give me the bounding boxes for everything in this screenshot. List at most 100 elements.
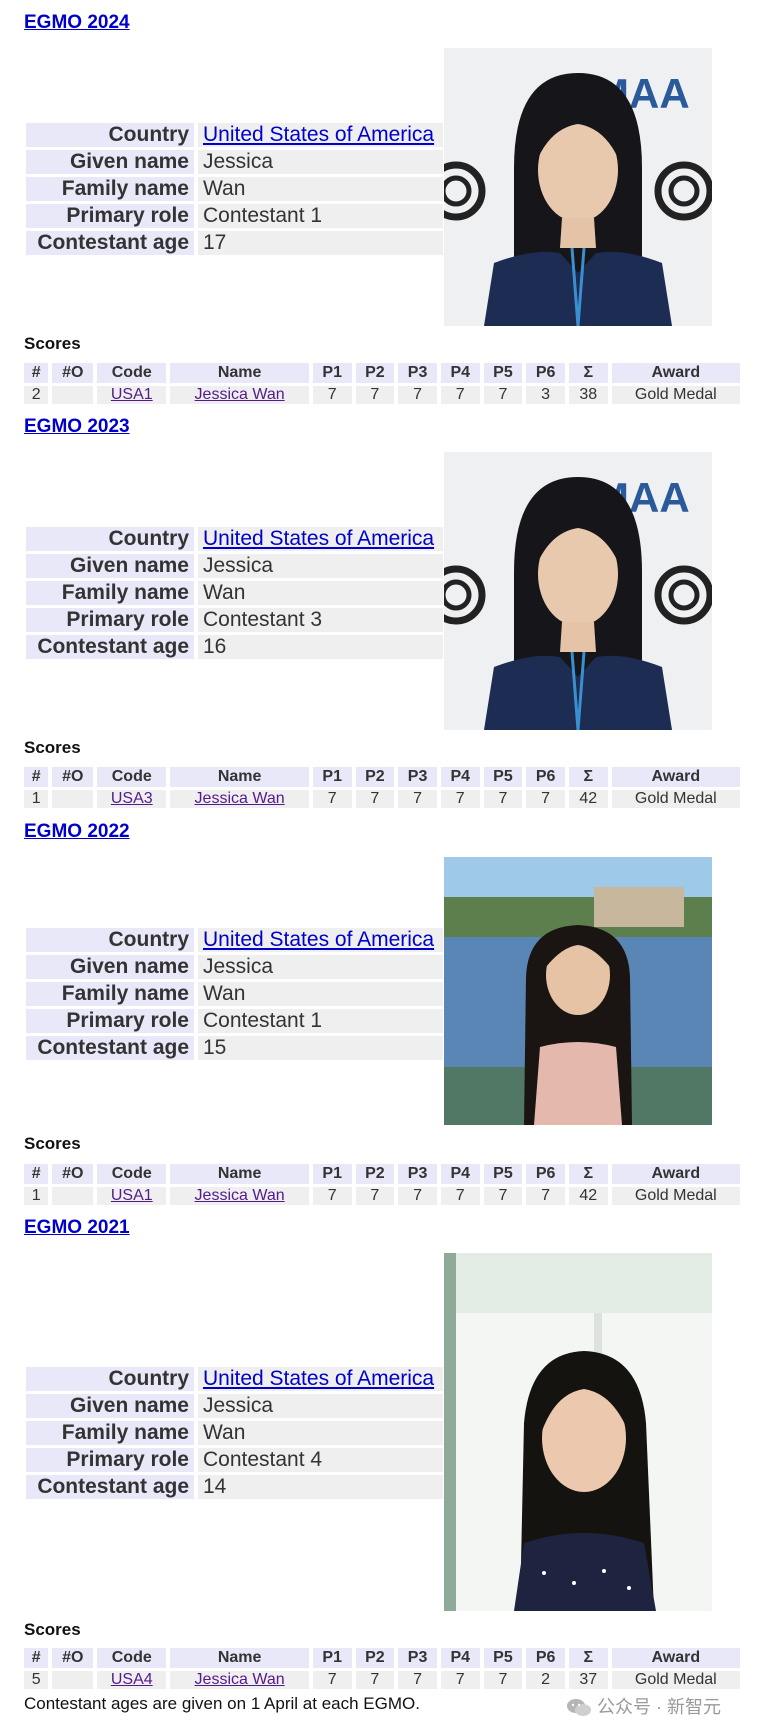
col-name: Name [170, 363, 309, 383]
section-title-link[interactable]: EGMO 2024 [24, 12, 130, 34]
family-name-label: Family name [26, 1421, 194, 1445]
scores-row: 2 USA1 Jessica Wan 7 7 7 7 7 3 38 Gold M… [24, 386, 740, 404]
section-title-link[interactable]: EGMO 2021 [24, 1217, 130, 1239]
cell-rank-overall [52, 790, 94, 808]
col-code: Code [97, 767, 167, 787]
col-p1: P1 [312, 363, 352, 383]
col-name: Name [170, 1648, 309, 1668]
participant-info-table: Country United States of America Given na… [26, 524, 443, 662]
col-award: Award [611, 363, 740, 383]
given-name-label: Given name [26, 554, 194, 578]
col-rank: # [24, 1164, 49, 1184]
cell-name-link[interactable]: Jessica Wan [170, 790, 309, 808]
cell-code-link[interactable]: USA4 [97, 1671, 167, 1689]
col-p3: P3 [398, 1164, 437, 1184]
col-p5: P5 [483, 1164, 523, 1184]
contestant-age-label: Contestant age [26, 1036, 194, 1060]
cell-code-link[interactable]: USA1 [97, 386, 167, 404]
col-rank: # [24, 767, 49, 787]
col-total: Σ [568, 1648, 608, 1668]
cell-code-link[interactable]: USA3 [97, 790, 167, 808]
cell-name-link[interactable]: Jessica Wan [170, 1671, 309, 1689]
scores-header-row: # #O Code Name P1 P2 P3 P4 P5 P6 Σ Award [24, 1648, 740, 1668]
col-rank-overall: #O [52, 767, 94, 787]
cell-p5: 7 [483, 1187, 523, 1205]
cell-total: 38 [568, 386, 608, 404]
cell-p2: 7 [355, 1187, 395, 1205]
cell-p5: 7 [483, 1671, 523, 1689]
section-title-link[interactable]: EGMO 2022 [24, 821, 130, 843]
col-p3: P3 [398, 1648, 437, 1668]
col-name: Name [170, 767, 309, 787]
cell-total: 37 [568, 1671, 608, 1689]
col-total: Σ [568, 363, 608, 383]
contestant-age-value: 16 [194, 635, 443, 659]
cell-rank-overall [52, 1187, 94, 1205]
cell-p3: 7 [398, 1187, 437, 1205]
section-title-link[interactable]: EGMO 2023 [24, 416, 130, 438]
cell-rank-overall [52, 1671, 94, 1689]
col-p6: P6 [526, 363, 565, 383]
participant-info-table: Country United States of America Given na… [26, 1364, 443, 1502]
col-p6: P6 [526, 1164, 565, 1184]
cell-p4: 7 [440, 386, 480, 404]
cell-award: Gold Medal [611, 1187, 740, 1205]
col-award: Award [611, 767, 740, 787]
col-p3: P3 [398, 363, 437, 383]
cell-p4: 7 [440, 790, 480, 808]
col-p4: P4 [440, 1164, 480, 1184]
col-award: Award [611, 1648, 740, 1668]
scores-label: Scores [24, 1134, 81, 1153]
cell-p6: 7 [526, 790, 565, 808]
cell-rank: 1 [24, 1187, 49, 1205]
scores-row: 1 USA3 Jessica Wan 7 7 7 7 7 7 42 Gold M… [24, 790, 740, 808]
cell-award: Gold Medal [611, 386, 740, 404]
country-link[interactable]: United States of America [194, 1367, 443, 1391]
primary-role-value: Contestant 4 [194, 1448, 443, 1472]
primary-role-label: Primary role [26, 608, 194, 632]
participant-info-table: Country United States of America Given na… [26, 120, 443, 258]
given-name-value: Jessica [194, 554, 443, 578]
primary-role-value: Contestant 1 [194, 1009, 443, 1033]
col-p6: P6 [526, 1648, 565, 1668]
cell-rank: 2 [24, 386, 49, 404]
watermark-text: 公众号 · 新智元 [597, 1697, 722, 1717]
contestant-age-label: Contestant age [26, 231, 194, 255]
footnote: Contestant ages are given on 1 April at … [24, 1694, 420, 1713]
col-p1: P1 [312, 767, 352, 787]
cell-p6: 2 [526, 1671, 565, 1689]
contestant-age-label: Contestant age [26, 1475, 194, 1499]
cell-name-link[interactable]: Jessica Wan [170, 386, 309, 404]
primary-role-label: Primary role [26, 1009, 194, 1033]
primary-role-value: Contestant 3 [194, 608, 443, 632]
cell-p4: 7 [440, 1187, 480, 1205]
contestant-photo [444, 857, 712, 1125]
cell-code-link[interactable]: USA1 [97, 1187, 167, 1205]
cell-p2: 7 [355, 386, 395, 404]
scores-header-row: # #O Code Name P1 P2 P3 P4 P5 P6 Σ Award [24, 767, 740, 787]
scores-table: # #O Code Name P1 P2 P3 P4 P5 P6 Σ Award… [20, 360, 744, 407]
scores-row: 5 USA4 Jessica Wan 7 7 7 7 7 2 37 Gold M… [24, 1671, 740, 1689]
contestant-age-value: 15 [194, 1036, 443, 1060]
country-link[interactable]: United States of America [194, 928, 443, 952]
country-link[interactable]: United States of America [194, 527, 443, 551]
col-p5: P5 [483, 363, 523, 383]
cell-total: 42 [568, 1187, 608, 1205]
cell-p1: 7 [312, 790, 352, 808]
col-code: Code [97, 363, 167, 383]
country-label: Country [26, 123, 194, 147]
scores-label: Scores [24, 738, 81, 757]
primary-role-label: Primary role [26, 1448, 194, 1472]
family-name-value: Wan [194, 581, 443, 605]
country-label: Country [26, 1367, 194, 1391]
cell-name-link[interactable]: Jessica Wan [170, 1187, 309, 1205]
cell-rank: 5 [24, 1671, 49, 1689]
cell-p5: 7 [483, 386, 523, 404]
country-link[interactable]: United States of America [194, 123, 443, 147]
col-p3: P3 [398, 767, 437, 787]
scores-header-row: # #O Code Name P1 P2 P3 P4 P5 P6 Σ Award [24, 363, 740, 383]
family-name-label: Family name [26, 581, 194, 605]
cell-total: 42 [568, 790, 608, 808]
cell-p2: 7 [355, 1671, 395, 1689]
col-rank: # [24, 1648, 49, 1668]
